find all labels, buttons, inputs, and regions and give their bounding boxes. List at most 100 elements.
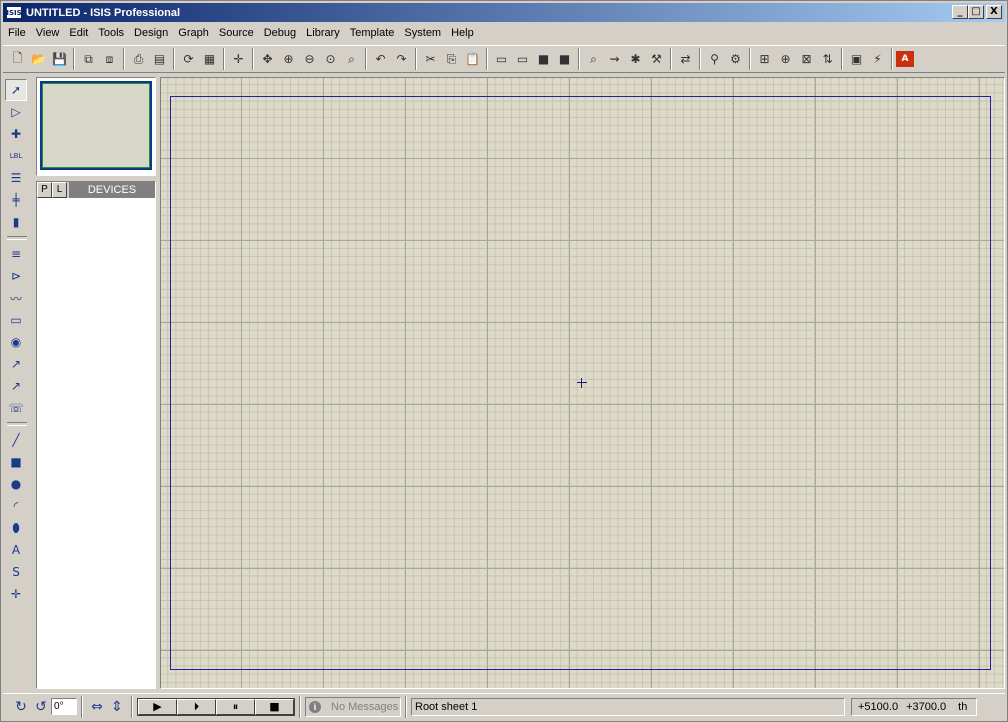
copy-icon[interactable]: ⎘ xyxy=(441,49,462,70)
print-icon[interactable]: ⎙ xyxy=(128,49,149,70)
pick-devices-button[interactable]: P xyxy=(37,182,52,198)
package-tool-icon[interactable]: ✱ xyxy=(625,49,646,70)
editing-window[interactable] xyxy=(160,77,1005,689)
toolbar-separator xyxy=(73,48,75,70)
menu-system[interactable]: System xyxy=(399,24,446,42)
app-icon[interactable]: ISIS xyxy=(6,6,22,19)
paste-icon[interactable]: 📋 xyxy=(462,49,483,70)
new-file-icon[interactable]: 🗋 xyxy=(7,49,28,70)
menu-tools[interactable]: Tools xyxy=(93,24,129,42)
mirror-vertical-icon[interactable]: ⇕ xyxy=(107,697,127,717)
undo-icon[interactable]: ↶ xyxy=(370,49,391,70)
rotate-clockwise-icon[interactable]: ↻ xyxy=(11,697,31,717)
overview-window[interactable] xyxy=(36,77,156,176)
device-pins-icon[interactable]: ⊳ xyxy=(5,265,27,287)
virtual-instruments-icon[interactable]: ☏ xyxy=(5,397,27,419)
title-bar[interactable]: ISIS UNTITLED - ISIS Professional _ □ X xyxy=(3,3,1005,22)
export-section-icon[interactable]: ⧈ xyxy=(99,49,120,70)
main-toolbar: 🗋 📂 💾 ⧉ ⧈ ⎙ ▤ ⟳ ▦ ✛ ✥ ⊕ ⊖ ⊙ ⌕ ↶ ↷ ✂ ⎘ 📋 ▭ ▭ ■ ■ ⌕ ⇝ ✱ ⚒ ⇄ ⚲ ⚙ ⊞ ⊕ ⊠ ⇅ ▣ ⚡ A xyxy=(3,45,1005,73)
text-tool-icon[interactable]: A xyxy=(5,539,27,561)
zoom-in-icon[interactable]: ⊕ xyxy=(278,49,299,70)
zoom-area-icon[interactable]: ⌕ xyxy=(341,49,362,70)
selection-mode-icon[interactable]: ➚ xyxy=(5,79,27,101)
messages-panel[interactable]: i No Messages xyxy=(305,696,401,717)
cut-icon[interactable]: ✂ xyxy=(420,49,441,70)
symbol-tool-icon[interactable]: S xyxy=(5,561,27,583)
property-assign-icon[interactable]: ⚙ xyxy=(725,49,746,70)
redraw-icon[interactable]: ⟳ xyxy=(178,49,199,70)
zoom-out-icon[interactable]: ⊖ xyxy=(299,49,320,70)
window-controls: _ □ X xyxy=(952,5,1002,19)
menu-source[interactable]: Source xyxy=(214,24,259,42)
decompose-icon[interactable]: ⚒ xyxy=(646,49,667,70)
netlist-to-ares-icon[interactable]: A xyxy=(896,51,914,67)
box-tool-icon[interactable]: ■ xyxy=(5,451,27,473)
menu-graph[interactable]: Graph xyxy=(173,24,214,42)
new-sheet-icon[interactable]: ⊞ xyxy=(754,49,775,70)
app-window: ISIS UNTITLED - ISIS Professional _ □ X … xyxy=(0,0,1008,722)
junction-dot-icon[interactable]: ✚ xyxy=(5,123,27,145)
generator-icon[interactable]: ◉ xyxy=(5,331,27,353)
menu-edit[interactable]: Edit xyxy=(64,24,93,42)
library-manager-button[interactable]: L xyxy=(52,182,67,198)
origin-icon[interactable]: ✛ xyxy=(228,49,249,70)
path-tool-icon[interactable]: ⬮ xyxy=(5,517,27,539)
open-folder-icon[interactable]: 📂 xyxy=(28,49,49,70)
buses-icon[interactable]: ╪ xyxy=(5,189,27,211)
electrical-check-icon[interactable]: ⚡ xyxy=(867,49,888,70)
search-tag-icon[interactable]: ⚲ xyxy=(704,49,725,70)
marker-tool-icon[interactable]: ✛ xyxy=(5,583,27,605)
make-device-icon[interactable]: ⇝ xyxy=(604,49,625,70)
close-button[interactable]: X xyxy=(986,5,1002,19)
pan-icon[interactable]: ✥ xyxy=(257,49,278,70)
device-list[interactable] xyxy=(37,198,155,688)
arc-tool-icon[interactable]: ◜ xyxy=(5,495,27,517)
redo-icon[interactable]: ↷ xyxy=(391,49,412,70)
schematic-canvas[interactable] xyxy=(161,78,1004,688)
wire-autorouter-icon[interactable]: ⇄ xyxy=(675,49,696,70)
zoom-all-icon[interactable]: ⊙ xyxy=(320,49,341,70)
wire-label-icon[interactable]: LBL xyxy=(5,145,27,167)
block-rotate-icon[interactable]: ■ xyxy=(533,49,554,70)
voltage-probe-icon[interactable]: ↗ xyxy=(5,353,27,375)
bill-of-materials-icon[interactable]: ▣ xyxy=(846,49,867,70)
rotate-anticlockwise-icon[interactable]: ↺ xyxy=(31,697,51,717)
menu-library[interactable]: Library xyxy=(301,24,345,42)
units-label[interactable]: th xyxy=(958,701,967,713)
remove-sheet-icon[interactable]: ⊠ xyxy=(796,49,817,70)
menu-view[interactable]: View xyxy=(31,24,65,42)
add-sheet-icon[interactable]: ⊕ xyxy=(775,49,796,70)
tape-recorder-icon[interactable]: ▭ xyxy=(5,309,27,331)
menu-template[interactable]: Template xyxy=(345,24,400,42)
menu-debug[interactable]: Debug xyxy=(259,24,301,42)
block-delete-icon[interactable]: ■ xyxy=(554,49,575,70)
block-move-icon[interactable]: ▭ xyxy=(512,49,533,70)
circle-tool-icon[interactable]: ● xyxy=(5,473,27,495)
pause-button[interactable]: ⏸ xyxy=(216,698,255,715)
menu-file[interactable]: File xyxy=(3,24,31,42)
subcircuit-icon[interactable]: ▮ xyxy=(5,211,27,233)
goto-sheet-icon[interactable]: ⇅ xyxy=(817,49,838,70)
stop-button[interactable]: ■ xyxy=(255,698,294,715)
menu-help[interactable]: Help xyxy=(446,24,479,42)
text-script-icon[interactable]: ☰ xyxy=(5,167,27,189)
maximize-button[interactable]: □ xyxy=(968,5,984,19)
menu-design[interactable]: Design xyxy=(129,24,173,42)
line-tool-icon[interactable]: ╱ xyxy=(5,429,27,451)
pick-device-icon[interactable]: ⌕ xyxy=(583,49,604,70)
play-button[interactable]: ▶ xyxy=(138,698,177,715)
area-icon[interactable]: ▤ xyxy=(149,49,170,70)
graph-mode-icon[interactable]: 〰 xyxy=(5,287,27,309)
block-copy-icon[interactable]: ▭ xyxy=(491,49,512,70)
toolbar-separator xyxy=(415,48,417,70)
save-icon[interactable]: 💾 xyxy=(49,49,70,70)
minimize-button[interactable]: _ xyxy=(952,5,968,19)
component-mode-icon[interactable]: ▷ xyxy=(5,101,27,123)
mirror-horizontal-icon[interactable]: ⇔ xyxy=(87,697,107,717)
step-button[interactable]: ⏵ xyxy=(177,698,216,715)
import-section-icon[interactable]: ⧉ xyxy=(78,49,99,70)
current-probe-icon[interactable]: ↗ xyxy=(5,375,27,397)
grid-icon[interactable]: ▦ xyxy=(199,49,220,70)
rotation-input[interactable]: 0° xyxy=(51,698,77,715)
terminals-icon[interactable]: ≡ xyxy=(5,243,27,265)
